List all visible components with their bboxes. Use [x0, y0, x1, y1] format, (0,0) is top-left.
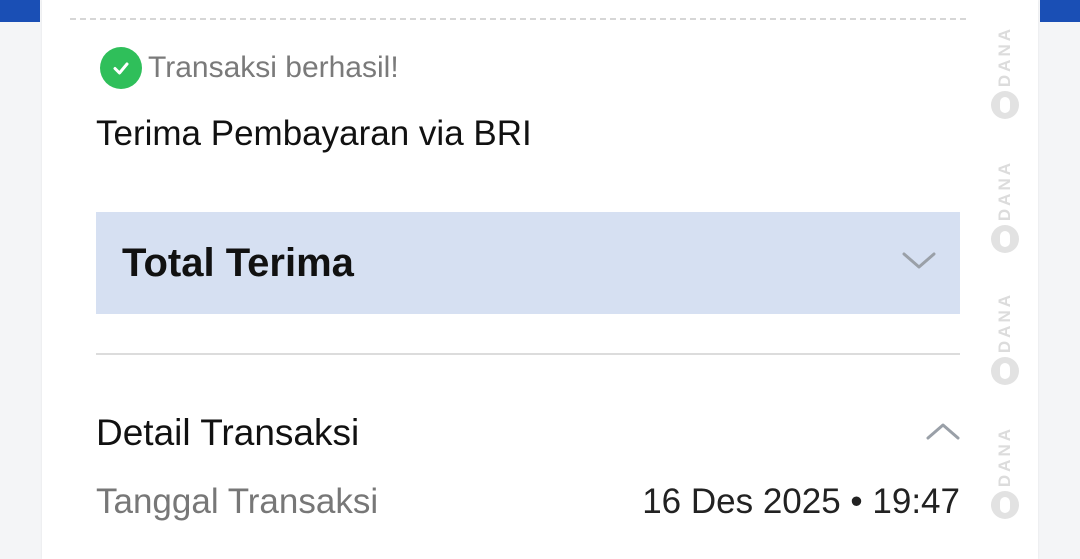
watermark-text: DANA — [995, 426, 1014, 488]
transaction-title: Terima Pembayaran via BRI — [96, 114, 532, 153]
detail-row-label: Tanggal Transaksi — [96, 482, 379, 521]
dashed-divider — [70, 18, 966, 20]
top-accent-bar-right — [1040, 0, 1080, 22]
section-divider — [96, 353, 960, 355]
chevron-up-icon — [926, 421, 960, 446]
watermark-text: DANA — [995, 292, 1014, 354]
status-text: Transaksi berhasil! — [148, 51, 399, 84]
detail-title: Detail Transaksi — [96, 412, 360, 453]
watermark: DANA — [982, 426, 1028, 520]
total-label: Total Terima — [122, 240, 354, 285]
dana-logo-icon — [991, 225, 1019, 254]
chevron-down-icon — [902, 251, 936, 276]
status-row: Transaksi berhasil! — [100, 47, 399, 89]
watermark: DANA — [982, 160, 1028, 254]
watermark-text: DANA — [995, 26, 1014, 88]
watermark: DANA — [982, 292, 1028, 386]
check-circle-icon — [100, 47, 142, 89]
dana-logo-icon — [991, 91, 1019, 120]
detail-row-value: 16 Des 2025 • 19:47 — [642, 482, 960, 521]
watermark-text: DANA — [995, 160, 1014, 222]
total-terima-dropdown[interactable]: Total Terima — [96, 212, 960, 314]
top-accent-bar-left — [0, 0, 40, 22]
detail-transaksi-toggle[interactable]: Detail Transaksi — [96, 405, 960, 461]
dana-logo-icon — [991, 491, 1019, 520]
dana-logo-icon — [991, 357, 1019, 386]
watermark: DANA — [982, 26, 1028, 120]
detail-row-date: Tanggal Transaksi 16 Des 2025 • 19:47 — [96, 482, 960, 522]
receipt-card: Transaksi berhasil! Terima Pembayaran vi… — [42, 0, 1038, 559]
